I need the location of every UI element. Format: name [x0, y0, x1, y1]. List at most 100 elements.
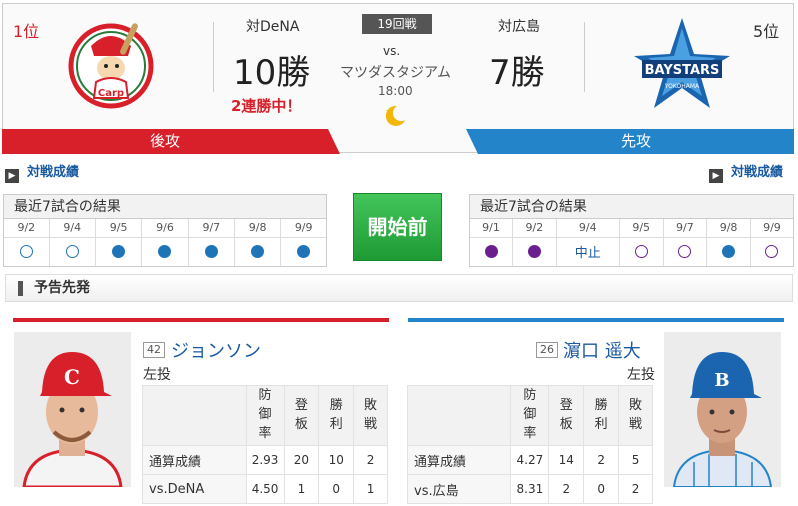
streak-text: 2連勝中！	[231, 97, 302, 115]
result-cell[interactable]	[48, 237, 96, 266]
open-circle-icon	[634, 245, 648, 259]
recent-results-title: 最近7試合の結果	[4, 195, 326, 219]
result-cell[interactable]	[187, 237, 235, 266]
filled-circle-icon	[297, 245, 311, 259]
filled-circle-icon	[484, 245, 498, 259]
filled-circle-icon	[158, 245, 172, 259]
result-cell[interactable]	[233, 237, 281, 266]
stat-header-label: 防御率	[523, 388, 537, 441]
home-pitcher-photo[interactable]: C	[14, 332, 131, 487]
result-date: 9/7	[662, 219, 707, 238]
section-title: 予告先発	[34, 280, 90, 296]
home-wins-label: 対DeNA	[246, 19, 300, 35]
stat-header-label: 登板	[559, 397, 573, 432]
row-label: vs.DeNA	[142, 474, 247, 504]
stat-header-label: 敗戦	[629, 397, 643, 432]
away-pitcher-name[interactable]: 濵口 遥大	[563, 337, 641, 363]
result-date: 9/2	[512, 219, 557, 238]
row-label: 通算成績	[406, 445, 512, 475]
away-pitcher-stats: 防御率 登板 勝利 敗戦 通算成績 4.27 14 2 5 vs.広島 8.31 2 0 2	[406, 385, 653, 504]
home-pitcher-name[interactable]: ジョンソン	[171, 337, 261, 363]
games-cell: 2	[548, 474, 585, 504]
home-rank: 1位	[13, 22, 40, 41]
arrow-right-icon: ▶	[5, 169, 19, 183]
stadium-name: マツダスタジアム	[340, 65, 452, 81]
stat-header-empty	[406, 385, 512, 446]
wins-cell: 0	[318, 474, 355, 504]
games-cell: 1	[283, 474, 320, 504]
stat-header: 登板	[548, 385, 585, 446]
stat-header: 防御率	[510, 385, 550, 446]
result-date: 9/2	[4, 219, 50, 238]
svg-text:B: B	[714, 370, 729, 391]
baystars-logo-icon[interactable]: BAYSTARS YOKOHAMA	[632, 16, 732, 110]
uniform-number: 26	[536, 342, 558, 358]
away-wins: 7勝	[489, 53, 545, 93]
era-cell: 4.50	[245, 474, 285, 504]
open-circle-icon	[765, 245, 779, 259]
table-row: vs.DeNA 4.50 1 0 1	[142, 474, 388, 504]
result-cell[interactable]	[662, 237, 707, 266]
carp-logo-icon[interactable]: Carp	[66, 16, 156, 112]
game-status-button[interactable]: 開始前	[353, 193, 442, 261]
open-circle-icon	[65, 245, 79, 259]
filled-circle-icon	[112, 245, 126, 259]
result-cell[interactable]	[512, 237, 557, 266]
link-label: 対戦成績	[27, 165, 80, 180]
result-cell[interactable]	[280, 237, 326, 266]
away-pitcher-hand: 左投	[627, 367, 655, 383]
result-cell[interactable]: 中止	[555, 237, 620, 266]
result-date: 9/1	[470, 219, 513, 238]
stat-header: 勝利	[318, 385, 355, 446]
row-label: 通算成績	[142, 445, 247, 475]
wins-cell: 10	[318, 445, 355, 475]
svg-text:Carp: Carp	[98, 88, 124, 99]
cancelled-label: 中止	[574, 246, 601, 262]
home-pitcher-stats: 防御率 登板 勝利 敗戦 通算成績 2.93 20 10 2 vs.DeNA 4.50 1 0 1	[142, 385, 388, 504]
away-color-line	[408, 318, 784, 322]
stat-header: 勝利	[583, 385, 620, 446]
blue-bar-end	[466, 129, 478, 154]
divider	[584, 22, 585, 92]
result-cell[interactable]	[94, 237, 142, 266]
result-date: 9/4	[48, 219, 96, 238]
away-rank: 5位	[753, 22, 780, 41]
probable-pitchers-header: 予告先発	[5, 274, 793, 302]
wins-cell: 0	[583, 474, 620, 504]
result-date: 9/5	[94, 219, 142, 238]
stat-header: 防御率	[245, 385, 285, 446]
result-date: 9/8	[233, 219, 281, 238]
stat-header-label: 勝利	[329, 397, 343, 432]
open-circle-icon	[678, 245, 692, 259]
table-row: vs.広島 8.31 2 0 2	[406, 474, 653, 504]
svg-text:BAYSTARS: BAYSTARS	[645, 63, 720, 78]
home-pitcher-hand: 左投	[143, 367, 171, 383]
filled-circle-icon	[527, 245, 541, 259]
filled-circle-icon	[251, 245, 265, 259]
link-label: 対戦成績	[731, 165, 784, 180]
open-circle-icon	[19, 245, 33, 259]
era-cell: 8.31	[510, 474, 550, 504]
stat-header-label: 登板	[294, 397, 308, 432]
stat-header-label: 勝利	[594, 397, 608, 432]
away-pitcher-photo[interactable]: B	[664, 332, 781, 487]
result-cell[interactable]	[618, 237, 664, 266]
result-cell[interactable]	[4, 237, 49, 266]
away-h2h-link[interactable]: ▶ 対戦成績	[709, 161, 783, 183]
away-recent-results: 最近7試合の結果 9/1 9/2 9/4 9/5 9/7 9/8 9/9 中止	[469, 194, 794, 267]
home-h2h-link[interactable]: ▶ 対戦成績	[5, 161, 79, 183]
result-cell[interactable]	[141, 237, 189, 266]
games-cell: 14	[548, 445, 585, 475]
result-cell[interactable]	[749, 237, 793, 266]
result-cell[interactable]	[706, 237, 751, 266]
row-label: vs.広島	[406, 474, 512, 504]
era-cell: 4.27	[510, 445, 550, 475]
red-bar-end	[328, 129, 340, 154]
result-cell[interactable]	[470, 237, 513, 266]
section-mark	[18, 281, 23, 296]
recent-results-title: 最近7試合の結果	[470, 195, 793, 219]
svg-text:YOKOHAMA: YOKOHAMA	[664, 83, 700, 90]
home-color-line	[13, 318, 389, 322]
result-date: 9/8	[706, 219, 751, 238]
result-date: 9/4	[555, 219, 620, 238]
